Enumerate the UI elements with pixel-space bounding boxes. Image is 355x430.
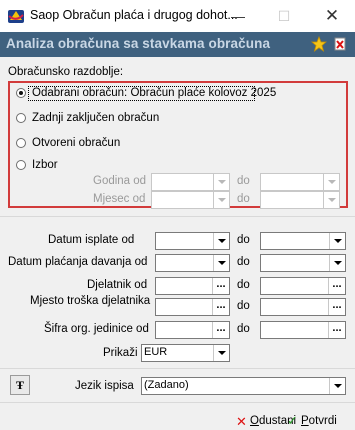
separator: [0, 216, 355, 217]
period-group-label: Obračunsko razdoblje:: [8, 66, 124, 78]
dropdown-arrow-icon: [213, 192, 229, 208]
month-to-label: do: [237, 193, 250, 205]
year-from-label: Godina od: [93, 175, 147, 187]
lookup-button[interactable]: ...: [328, 278, 345, 294]
dropdown-arrow-icon: [213, 174, 229, 190]
lookup-button[interactable]: ...: [212, 299, 229, 315]
display-label: Prikaži: [103, 347, 138, 359]
lookup-button[interactable]: ...: [328, 322, 345, 338]
lookup-button[interactable]: ...: [212, 278, 229, 294]
dropdown-arrow-icon[interactable]: [329, 255, 345, 271]
cost-center-label: Mjesto troška djelatnika: [30, 295, 151, 307]
dropdown-arrow-icon: [323, 174, 339, 190]
font-settings-button[interactable]: Ŧ: [10, 375, 30, 395]
year-to-label: do: [237, 175, 250, 187]
year-to-combo: [260, 173, 340, 191]
separator: [0, 368, 355, 369]
window-title: Saop Obračun plaća i drugog dohot...: [30, 8, 238, 22]
radio-last-closed-payroll[interactable]: [16, 113, 26, 123]
print-language-select[interactable]: (Zadano): [141, 377, 346, 395]
dropdown-arrow-icon[interactable]: [213, 255, 229, 271]
year-from-combo: [151, 173, 230, 191]
contribution-date-from-combo[interactable]: [155, 254, 230, 272]
payout-date-label: Datum isplate od: [48, 234, 135, 246]
confirm-button[interactable]: Potvrdi: [301, 415, 337, 427]
org-unit-from-field[interactable]: ...: [155, 321, 230, 339]
payout-date-to-combo[interactable]: [260, 232, 346, 250]
dropdown-arrow-icon[interactable]: [329, 233, 345, 249]
print-language-value: (Zadano): [144, 379, 189, 391]
confirm-button-label: otvrdi: [308, 415, 337, 427]
print-language-label: Jezik ispisa: [75, 380, 134, 392]
employee-label: Djelatnik od: [87, 279, 148, 291]
contribution-date-to-combo[interactable]: [260, 254, 346, 272]
org-unit-to-field[interactable]: ...: [260, 321, 346, 339]
cancel-x-icon[interactable]: ✕: [236, 414, 247, 430]
org-unit-to-label: do: [237, 323, 250, 335]
cost-center-to-label: do: [237, 300, 250, 312]
employee-from-field[interactable]: ...: [155, 277, 230, 295]
dropdown-arrow-icon[interactable]: [329, 378, 345, 394]
radio-label-custom-range[interactable]: Izbor: [32, 159, 58, 171]
currency-value: EUR: [144, 346, 168, 358]
confirm-mnemonic: P: [301, 415, 309, 427]
employee-to-label: do: [237, 279, 250, 291]
separator: [0, 402, 355, 403]
delete-document-icon[interactable]: [334, 37, 347, 51]
month-to-combo: [260, 191, 340, 209]
radio-selected-payroll[interactable]: [16, 88, 26, 98]
dropdown-arrow-icon: [323, 192, 339, 208]
app-icon: [8, 10, 24, 23]
dropdown-arrow-icon[interactable]: [213, 345, 229, 361]
cost-center-from-field[interactable]: ...: [155, 298, 230, 316]
radio-label-open-payroll[interactable]: Otvoreni obračun: [32, 137, 120, 149]
payout-date-from-combo[interactable]: [155, 232, 230, 250]
dropdown-arrow-icon[interactable]: [213, 233, 229, 249]
close-button[interactable]: ✕: [309, 0, 355, 32]
lookup-button[interactable]: ...: [328, 299, 345, 315]
employee-to-field[interactable]: ...: [260, 277, 346, 295]
currency-select[interactable]: EUR: [141, 344, 230, 362]
maximize-button[interactable]: ☐: [261, 0, 307, 32]
radio-custom-range[interactable]: [16, 160, 26, 170]
radio-label-selected-payroll[interactable]: Odabrani obračun: Obračun plaće kolovoz …: [32, 87, 276, 99]
confirm-check-icon[interactable]: ✓: [287, 413, 298, 429]
cost-center-to-field[interactable]: ...: [260, 298, 346, 316]
form-title: Analiza obračuna sa stavkama obračuna: [6, 36, 271, 51]
star-icon[interactable]: [311, 36, 327, 52]
radio-open-payroll[interactable]: [16, 138, 26, 148]
radio-label-last-closed-payroll[interactable]: Zadnji zaključen obračun: [32, 112, 159, 124]
contribution-date-label: Datum plaćanja davanja od: [8, 256, 148, 268]
month-from-label: Mjesec od: [93, 193, 146, 205]
org-unit-label: Šifra org. jedinice od: [44, 323, 149, 335]
payout-date-to-label: do: [237, 234, 250, 246]
minimize-button[interactable]: —: [215, 0, 261, 32]
lookup-button[interactable]: ...: [212, 322, 229, 338]
cancel-mnemonic: O: [250, 415, 259, 427]
contribution-date-to-label: do: [237, 256, 250, 268]
month-from-combo: [151, 191, 230, 209]
